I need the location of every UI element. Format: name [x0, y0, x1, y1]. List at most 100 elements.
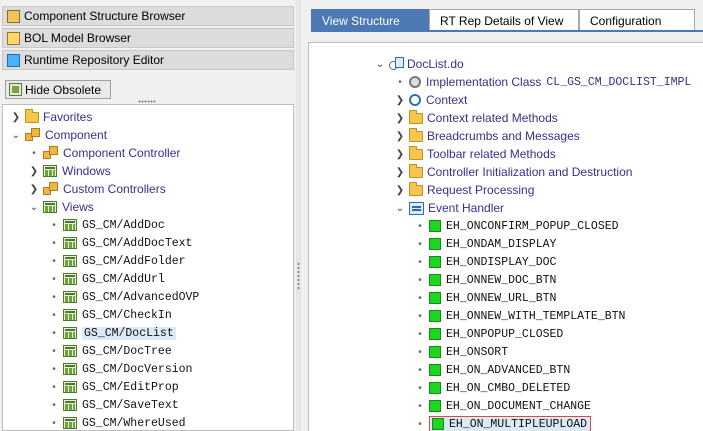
tree-node-event-handler-method[interactable]: • EH_ONDAM_DISPLAY	[415, 235, 556, 253]
chevron-right-icon[interactable]: ❯	[395, 95, 405, 106]
view-label: GS_CM/AdvancedOVP	[82, 290, 200, 304]
chevron-right-icon[interactable]: ❯	[395, 167, 405, 178]
tree-node-event-handler-method[interactable]: • EH_ONNEW_DOC_BTN	[415, 271, 556, 289]
tree-node-component-controller[interactable]: • Component Controller	[29, 144, 180, 162]
tab-view-structure[interactable]: View Structure	[311, 9, 429, 31]
bullet-icon: •	[418, 310, 422, 322]
tree-node-doclist-root[interactable]: ⌄ DocList.do	[375, 55, 464, 73]
bol-model-browser-button[interactable]: BOL Model Browser	[2, 28, 294, 48]
bullet-icon: •	[418, 364, 422, 376]
component-structure-browser-button[interactable]: Component Structure Browser	[2, 6, 294, 26]
tree-node-view[interactable]: • GS_CM/AddDoc	[49, 216, 165, 234]
tree-node-event-handler[interactable]: ⌄ Event Handler	[395, 199, 504, 217]
chevron-right-icon[interactable]: ❯	[11, 112, 21, 123]
chevron-down-icon[interactable]: ⌄	[11, 130, 21, 141]
tree-node-event-handler-method[interactable]: • EH_ON_CMBO_DELETED	[415, 379, 570, 397]
bullet-icon: •	[52, 417, 56, 429]
tree-node-event-handler-method[interactable]: • EH_ONNEW_URL_BTN	[415, 289, 556, 307]
bullet-icon: •	[52, 399, 56, 411]
chevron-right-icon[interactable]: ❯	[29, 184, 39, 195]
tree-node-event-handler-method[interactable]: • EH_ONDISPLAY_DOC	[415, 253, 556, 271]
tree-node-view[interactable]: • GS_CM/AddUrl	[49, 270, 165, 288]
tree-node-view[interactable]: • GS_CM/EditProp	[49, 378, 178, 396]
bullet-icon: •	[52, 363, 56, 375]
handler-label: EH_ON_CMBO_DELETED	[446, 381, 571, 395]
hide-obsolete-button[interactable]: Hide Obsolete	[5, 80, 111, 99]
tree-node-event-handler-method[interactable]: • EH_ONCONFIRM_POPUP_CLOSED	[415, 217, 619, 235]
chevron-right-icon[interactable]: ❯	[395, 113, 405, 124]
view-icon	[63, 327, 77, 339]
tree-node-event-handler-method[interactable]: • EH_ON_MULTIPLEUPLOAD	[415, 415, 592, 431]
view-icon	[63, 309, 77, 321]
view-icon	[63, 417, 77, 429]
tree-node-method-folder[interactable]: ❯ Request Processing	[395, 181, 534, 199]
tab-rt-rep-details[interactable]: RT Rep Details of View	[429, 9, 579, 31]
tree-node-view[interactable]: • GS_CM/DocTree	[49, 342, 171, 360]
chevron-right-icon[interactable]: ❯	[29, 166, 39, 177]
folder-icon	[409, 127, 423, 142]
component-controller-label: Component Controller	[63, 146, 181, 160]
impl-class-value: CL_GS_CM_DOCLIST_IMPL	[546, 75, 692, 89]
tree-node-context[interactable]: ❯ Context	[395, 91, 468, 109]
tree-node-windows[interactable]: ❯ Windows	[29, 162, 111, 180]
view-icon	[63, 381, 77, 393]
folder-icon	[409, 145, 423, 160]
handler-label: EH_ON_ADVANCED_BTN	[446, 363, 571, 377]
tree-node-event-handler-method[interactable]: • EH_ONSORT	[415, 343, 508, 361]
context-label: Context	[426, 93, 468, 107]
class-icon	[409, 76, 421, 88]
chevron-right-icon[interactable]: ❯	[395, 149, 405, 160]
handler-label: EH_ONCONFIRM_POPUP_CLOSED	[446, 219, 619, 233]
tree-node-view[interactable]: • GS_CM/WhereUsed	[49, 414, 185, 430]
tree-node-view[interactable]: • GS_CM/DocList	[49, 324, 176, 342]
splitter-grip[interactable]	[297, 262, 300, 290]
tree-node-event-handler-method[interactable]: • EH_ONPOPUP_CLOSED	[415, 325, 563, 343]
bullet-icon: •	[418, 418, 422, 430]
tree-node-method-folder[interactable]: ❯ Breadcrumbs and Messages	[395, 127, 580, 145]
chevron-down-icon[interactable]: ⌄	[375, 59, 385, 70]
method-icon	[429, 256, 441, 268]
tree-node-view[interactable]: • GS_CM/AddFolder	[49, 252, 185, 270]
method-icon	[429, 364, 441, 376]
chevron-right-icon[interactable]: ❯	[395, 131, 405, 142]
tree-node-custom-controllers[interactable]: ❯ Custom Controllers	[29, 180, 166, 198]
folder-label: Breadcrumbs and Messages	[427, 129, 580, 143]
impl-class-label: Implementation Class	[426, 75, 542, 89]
method-icon	[429, 382, 441, 394]
tree-node-method-folder[interactable]: ❯ Context related Methods	[395, 109, 558, 127]
chevron-right-icon[interactable]: ❯	[395, 185, 405, 196]
component-icon	[7, 9, 20, 23]
tree-node-view[interactable]: • GS_CM/CheckIn	[49, 306, 171, 324]
bullet-icon: •	[418, 274, 422, 286]
folder-label: Toolbar related Methods	[427, 147, 556, 161]
tree-node-method-folder[interactable]: ❯ Controller Initialization and Destructi…	[395, 163, 632, 181]
component-label: Component	[45, 128, 108, 142]
tree-node-event-handler-method[interactable]: • EH_ONNEW_WITH_TEMPLATE_BTN	[415, 307, 625, 325]
tree-node-view[interactable]: • GS_CM/SaveText	[49, 396, 178, 414]
tab-configuration[interactable]: Configuration	[579, 9, 695, 31]
view-icon	[63, 399, 77, 411]
tree-node-method-folder[interactable]: ❯ Toolbar related Methods	[395, 145, 556, 163]
view-label: GS_CM/DocVersion	[82, 362, 193, 376]
tree-node-view[interactable]: • GS_CM/DocVersion	[49, 360, 192, 378]
method-icon	[429, 292, 441, 304]
folder-label: Context related Methods	[427, 111, 558, 125]
chevron-down-icon[interactable]: ⌄	[29, 202, 39, 213]
resize-grip[interactable]	[138, 100, 156, 103]
folder-icon	[409, 181, 423, 196]
chevron-down-icon[interactable]: ⌄	[395, 203, 405, 214]
tree-node-component[interactable]: ⌄ Component	[11, 126, 107, 144]
tree-node-view[interactable]: • GS_CM/AdvancedOVP	[49, 288, 199, 306]
bullet-icon: •	[418, 382, 422, 394]
tree-node-event-handler-method[interactable]: • EH_ON_ADVANCED_BTN	[415, 361, 570, 379]
tree-node-favorites[interactable]: ❯ Favorites	[11, 108, 92, 126]
tree-node-views[interactable]: ⌄ Views	[29, 198, 94, 216]
tree-node-event-handler-method[interactable]: • EH_ON_DOCUMENT_CHANGE	[415, 397, 591, 415]
tree-node-view[interactable]: • GS_CM/AddDocText	[49, 234, 192, 252]
tree-node-implementation-class[interactable]: • Implementation Class CL_GS_CM_DOCLIST_…	[395, 73, 691, 91]
runtime-repository-editor-label: Runtime Repository Editor	[24, 53, 165, 67]
bullet-icon: •	[418, 346, 422, 358]
handler-label: EH_ONDISPLAY_DOC	[446, 255, 557, 269]
runtime-repository-editor-button[interactable]: Runtime Repository Editor	[2, 50, 294, 70]
handler-label: EH_ON_MULTIPLEUPLOAD	[449, 417, 588, 431]
